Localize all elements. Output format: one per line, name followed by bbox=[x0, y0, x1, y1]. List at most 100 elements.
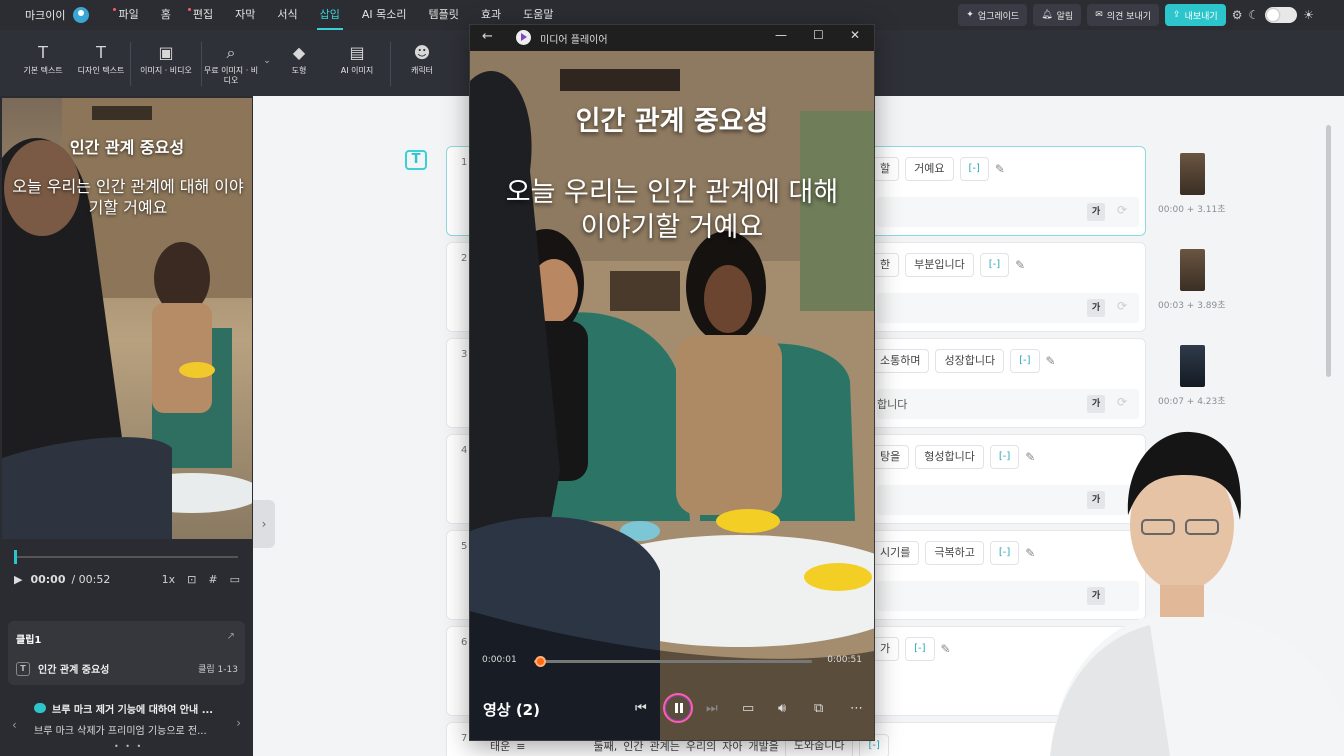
menu-template[interactable]: 템플릿 bbox=[418, 0, 470, 30]
word-chip[interactable]: 탕을 bbox=[871, 445, 910, 469]
ribbon-label: 도형 bbox=[291, 66, 307, 75]
menu-subtitle[interactable]: 자막 bbox=[224, 0, 266, 30]
ribbon-design-text[interactable]: Ｔ 디자인 텍스트 bbox=[72, 30, 130, 90]
settings-gear-icon[interactable]: ⚙ bbox=[1232, 8, 1243, 22]
pencil-icon[interactable]: ✎ bbox=[1015, 258, 1025, 272]
font-style-button[interactable]: 가 bbox=[1087, 299, 1105, 317]
chevron-right-icon[interactable]: › bbox=[236, 716, 241, 730]
thumbnail-time: 00:03 + 3.89초 bbox=[1158, 301, 1226, 311]
scene-thumbnail[interactable] bbox=[1180, 345, 1205, 387]
row-number: 7 bbox=[461, 733, 468, 744]
scene-thumbnail[interactable] bbox=[1180, 153, 1205, 195]
more-options-icon[interactable]: ⋯ bbox=[850, 701, 863, 716]
chevron-left-icon[interactable]: ‹ bbox=[12, 718, 17, 732]
word-chip[interactable]: 거예요 bbox=[905, 157, 954, 181]
feedback-button[interactable]: ✉ 의견 보내기 bbox=[1087, 4, 1160, 26]
font-style-button[interactable]: 가 bbox=[1087, 395, 1105, 413]
scene-thumbnail[interactable] bbox=[1180, 249, 1205, 291]
feedback-label: 의견 보내기 bbox=[1106, 11, 1152, 22]
pencil-icon[interactable]: ✎ bbox=[1046, 354, 1056, 368]
word-chip[interactable]: 형성합니다 bbox=[915, 445, 984, 469]
preview-seek-handle[interactable] bbox=[14, 550, 17, 564]
minimize-icon[interactable]: — bbox=[775, 28, 787, 42]
row-number: 2 bbox=[461, 253, 468, 264]
pause-chip[interactable]: [-] bbox=[989, 541, 1020, 565]
menu-file[interactable]: 파일 bbox=[107, 0, 149, 30]
maximize-icon[interactable]: ☐ bbox=[813, 28, 824, 42]
ribbon-shapes[interactable]: ◆ 도형 bbox=[274, 30, 324, 90]
ribbon-basic-text[interactable]: Ｔ 기본 텍스트 bbox=[14, 30, 72, 90]
clip-card[interactable]: 클립1 ↗ T 인간 관계 중요성 클립 1-13 bbox=[8, 621, 245, 685]
volume-icon[interactable]: 🔊︎ bbox=[778, 701, 786, 716]
external-link-icon[interactable]: ↗ bbox=[227, 631, 235, 642]
ribbon-dropdown[interactable]: ⌄ bbox=[260, 30, 274, 90]
menu-insert[interactable]: 삽입 bbox=[309, 0, 351, 30]
refresh-icon[interactable]: ⟳ bbox=[1117, 395, 1127, 409]
close-icon[interactable]: ✕ bbox=[850, 28, 860, 42]
screenshot-icon[interactable]: ⊡ bbox=[187, 573, 196, 586]
menu-lines-icon[interactable]: ≡ bbox=[516, 740, 525, 753]
pause-chip[interactable]: [-] bbox=[1010, 349, 1040, 373]
notice-carousel[interactable]: ‹ 브루 마크 제거 기능에 대하여 안내 ... 브루 마크 삭제가 프리미엄… bbox=[0, 696, 253, 756]
playback-speed-button[interactable]: 1x bbox=[162, 573, 176, 586]
player-video[interactable]: 인간 관계 중요성 오늘 우리는 인간 관계에 대해 이야기할 거예요 bbox=[470, 51, 874, 740]
back-arrow-icon[interactable]: ← bbox=[482, 29, 493, 44]
chevron-down-icon: ⌄ bbox=[263, 56, 271, 66]
upgrade-label: 업그레이드 bbox=[977, 11, 1020, 22]
word-chip[interactable]: 성장합니다 bbox=[935, 349, 1005, 373]
collapse-panel-button[interactable]: › bbox=[253, 500, 275, 548]
word-chip[interactable]: 부분입니다 bbox=[905, 253, 974, 277]
alerts-label: 알림 bbox=[1056, 11, 1074, 22]
pause-chip[interactable]: [-] bbox=[905, 637, 935, 661]
ribbon-free-image-video[interactable]: ⌕ 무료 이미지 · 비디오 bbox=[202, 30, 260, 90]
subtitle-bar[interactable]: 가 ⟳ bbox=[877, 197, 1139, 227]
app-brand[interactable]: 마크이이 bbox=[25, 7, 90, 23]
menu-edit[interactable]: 편집 bbox=[182, 0, 224, 30]
refresh-icon[interactable]: ⟳ bbox=[1117, 299, 1127, 313]
clip-name: 인간 관계 중요성 bbox=[38, 665, 110, 676]
font-style-button[interactable]: 가 bbox=[1087, 203, 1105, 221]
theme-toggle[interactable] bbox=[1265, 7, 1298, 23]
pause-chip[interactable]: [-] bbox=[989, 445, 1020, 469]
account-avatar-icon[interactable] bbox=[73, 7, 90, 23]
text-insert-icon[interactable]: T bbox=[405, 150, 427, 170]
subtitle-bar[interactable]: 가 ⟳ bbox=[877, 293, 1139, 323]
export-label: 내보내기 bbox=[1184, 11, 1218, 22]
word-chip[interactable]: 시기를 bbox=[871, 541, 920, 565]
menu-home[interactable]: 홈 bbox=[150, 0, 182, 30]
carousel-dots[interactable]: • • • bbox=[114, 742, 143, 751]
alerts-button[interactable]: 🔔︎ 알림 bbox=[1033, 4, 1082, 26]
pencil-icon[interactable]: ✎ bbox=[995, 162, 1005, 176]
word-chip[interactable]: 한 bbox=[871, 253, 900, 277]
play-icon[interactable]: ▶ bbox=[14, 573, 22, 586]
ribbon-ai-image[interactable]: ▤ AI 이미지 bbox=[324, 30, 390, 90]
pause-chip[interactable]: [-] bbox=[959, 157, 989, 181]
word-chip[interactable]: 소통하며 bbox=[871, 349, 930, 373]
menu-ai-voice[interactable]: AI 목소리 bbox=[351, 0, 418, 30]
progress-track[interactable] bbox=[534, 656, 812, 667]
grid-icon[interactable]: # bbox=[208, 573, 217, 586]
ribbon-character[interactable]: ☻ 캐릭터 bbox=[391, 30, 453, 90]
ribbon-image-video[interactable]: ▣ 이미지 · 비디오 bbox=[131, 30, 201, 90]
preview-seek-track[interactable] bbox=[16, 556, 238, 558]
pause-button[interactable] bbox=[663, 693, 693, 723]
refresh-icon[interactable]: ⟳ bbox=[1117, 203, 1127, 217]
pencil-icon[interactable]: ✎ bbox=[941, 642, 951, 656]
caption-icon[interactable]: ▭ bbox=[230, 573, 240, 586]
mini-player-icon[interactable]: ⧉ bbox=[814, 701, 823, 716]
export-button[interactable]: ⇪ 내보내기 bbox=[1165, 4, 1226, 26]
subtitles-icon[interactable]: ▭ bbox=[742, 701, 754, 716]
word-chip[interactable]: 할 bbox=[871, 157, 900, 181]
skip-next-icon[interactable]: ⏭ bbox=[706, 701, 718, 716]
word-chip[interactable]: 가 bbox=[871, 637, 900, 661]
video-preview[interactable]: 인간 관계 중요성 오늘 우리는 인간 관계에 대해 이야기할 거예요 bbox=[2, 98, 252, 539]
progress-handle[interactable] bbox=[534, 656, 546, 667]
skip-previous-icon[interactable]: ⏮ bbox=[635, 701, 647, 716]
subtitle-bar[interactable]: 합니다 가 ⟳ bbox=[877, 389, 1139, 419]
pause-chip[interactable]: [-] bbox=[979, 253, 1010, 277]
menu-format[interactable]: 서식 bbox=[266, 0, 308, 30]
editor-scrollbar[interactable] bbox=[1326, 125, 1331, 377]
ribbon-label: 기본 텍스트 bbox=[23, 66, 63, 75]
upgrade-button[interactable]: ✦ 업그레이드 bbox=[958, 4, 1028, 26]
word-chip[interactable]: 극복하고 bbox=[925, 541, 984, 565]
